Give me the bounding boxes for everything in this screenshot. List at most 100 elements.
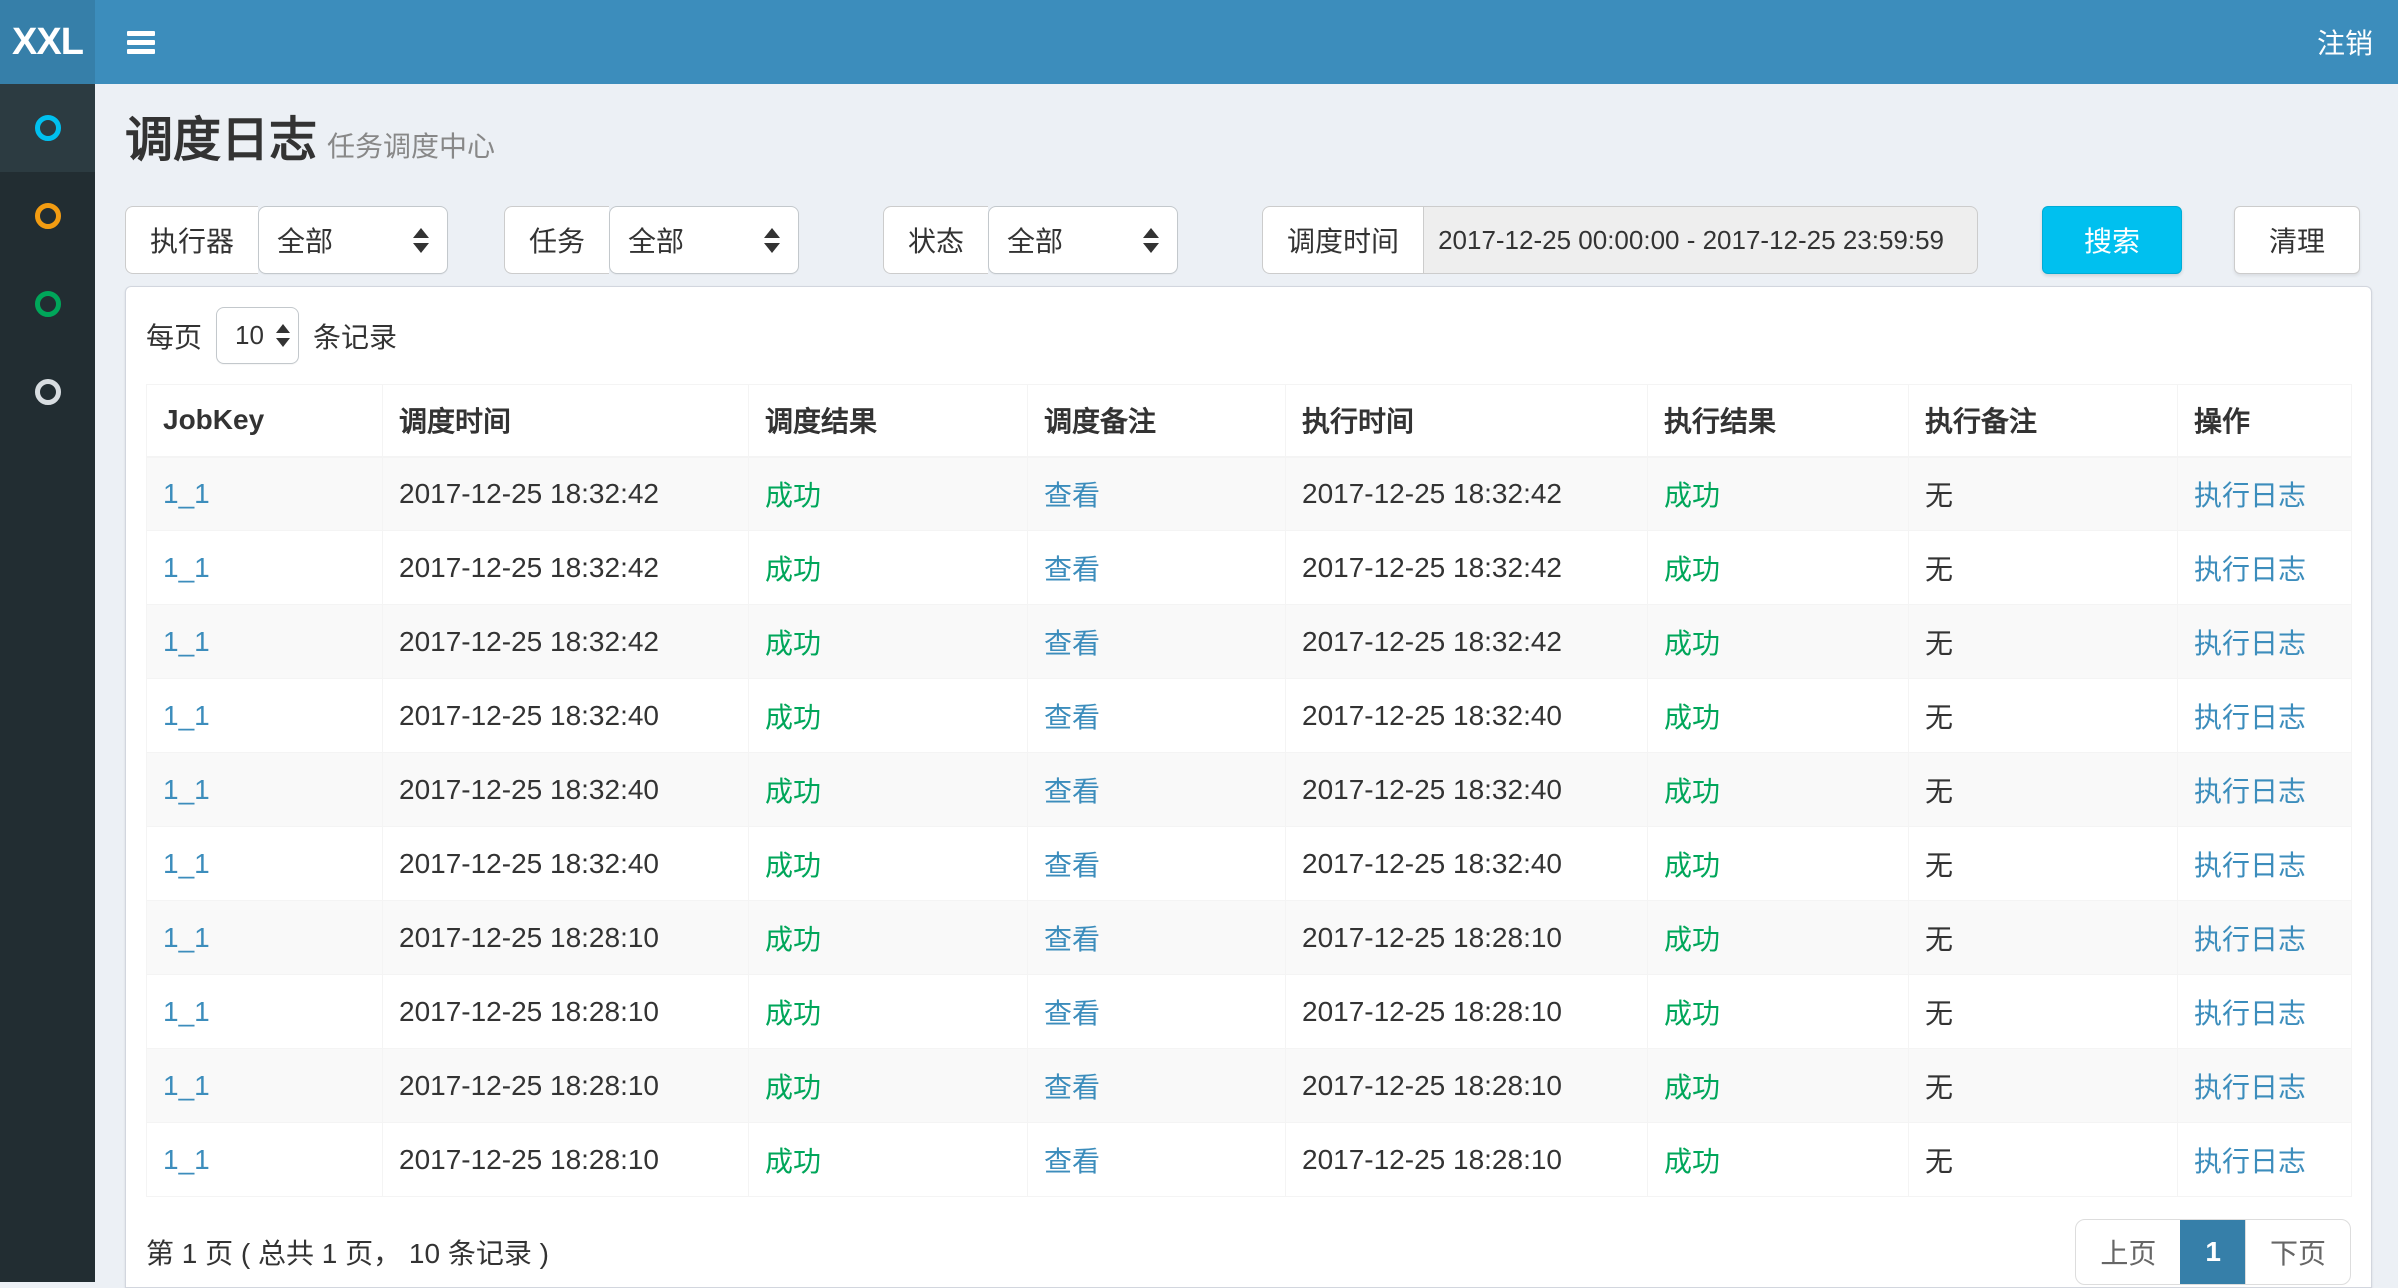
select-arrows-icon: [764, 228, 780, 253]
sidebar-item-3[interactable]: [0, 260, 95, 348]
execution-log-link[interactable]: 执行日志: [2194, 628, 2306, 659]
status-select-value: 全部: [1007, 220, 1131, 260]
view-trigger-msg-link[interactable]: 查看: [1044, 554, 1100, 585]
execution-log-link[interactable]: 执行日志: [2194, 850, 2306, 881]
job-key-link[interactable]: 1_1: [163, 626, 210, 657]
per-page-select[interactable]: 10: [216, 307, 299, 364]
execution-log-link[interactable]: 执行日志: [2194, 702, 2306, 733]
handle-time-cell: 2017-12-25 18:28:10: [1302, 1144, 1562, 1175]
execution-log-link[interactable]: 执行日志: [2194, 480, 2306, 511]
top-navbar: XXL 注销: [0, 0, 2398, 84]
view-trigger-msg-link[interactable]: 查看: [1044, 1072, 1100, 1103]
prev-page-button[interactable]: 上页: [2076, 1220, 2180, 1284]
table-row: 1_12017-12-25 18:32:40成功查看2017-12-25 18:…: [147, 827, 2352, 901]
select-arrows-icon: [276, 324, 290, 347]
execution-log-link[interactable]: 执行日志: [2194, 1072, 2306, 1103]
view-trigger-msg-link[interactable]: 查看: [1044, 628, 1100, 659]
handle-msg-cell: 无: [1925, 1146, 1953, 1177]
table-row: 1_12017-12-25 18:32:42成功查看2017-12-25 18:…: [147, 605, 2352, 679]
job-filter-label: 任务: [504, 206, 609, 274]
handle-msg-cell: 无: [1925, 924, 1953, 955]
execution-log-link[interactable]: 执行日志: [2194, 554, 2306, 585]
circle-icon: [35, 291, 61, 317]
table-row: 1_12017-12-25 18:28:10成功查看2017-12-25 18:…: [147, 975, 2352, 1049]
job-select-value: 全部: [628, 220, 752, 260]
column-header: 执行备注: [1909, 385, 2178, 457]
execution-log-link[interactable]: 执行日志: [2194, 1146, 2306, 1177]
job-key-link[interactable]: 1_1: [163, 774, 210, 805]
clear-button[interactable]: 清理: [2234, 206, 2360, 274]
table-header-row: JobKey调度时间调度结果调度备注执行时间执行结果执行备注操作: [147, 385, 2352, 457]
job-key-link[interactable]: 1_1: [163, 552, 210, 583]
job-key-link[interactable]: 1_1: [163, 922, 210, 953]
per-page-select-value: 10: [235, 320, 264, 351]
job-key-link[interactable]: 1_1: [163, 1144, 210, 1175]
trigger-time-filter: 调度时间: [1262, 206, 1978, 274]
view-trigger-msg-link[interactable]: 查看: [1044, 1146, 1100, 1177]
handle-time-cell: 2017-12-25 18:28:10: [1302, 922, 1562, 953]
trigger-result-cell: 成功: [765, 702, 821, 733]
execution-log-link[interactable]: 执行日志: [2194, 998, 2306, 1029]
view-trigger-msg-link[interactable]: 查看: [1044, 480, 1100, 511]
trigger-result-cell: 成功: [765, 554, 821, 585]
per-page-control: 每页 10 条记录: [146, 307, 2351, 364]
trigger-time-cell: 2017-12-25 18:28:10: [399, 1144, 659, 1175]
content-panel: 每页 10 条记录 JobKey调度时间调度结果调度备注执行时间执行结果执行备注…: [125, 286, 2372, 1288]
trigger-result-cell: 成功: [765, 628, 821, 659]
executor-select[interactable]: 全部: [258, 206, 448, 274]
view-trigger-msg-link[interactable]: 查看: [1044, 776, 1100, 807]
sidebar: [0, 84, 95, 1282]
pagination-summary: 第 1 页 ( 总共 1 页， 10 条记录 ): [146, 1232, 549, 1272]
job-key-link[interactable]: 1_1: [163, 996, 210, 1027]
app-logo[interactable]: XXL: [0, 0, 95, 84]
column-header: 执行结果: [1648, 385, 1909, 457]
job-key-link[interactable]: 1_1: [163, 848, 210, 879]
job-key-link[interactable]: 1_1: [163, 478, 210, 509]
execution-log-link[interactable]: 执行日志: [2194, 776, 2306, 807]
view-trigger-msg-link[interactable]: 查看: [1044, 850, 1100, 881]
sidebar-item-2[interactable]: [0, 172, 95, 260]
job-key-link[interactable]: 1_1: [163, 1070, 210, 1101]
logout-link[interactable]: 注销: [2317, 22, 2373, 62]
job-key-link[interactable]: 1_1: [163, 700, 210, 731]
sidebar-item-1[interactable]: [0, 84, 95, 172]
handle-result-cell: 成功: [1664, 998, 1720, 1029]
trigger-time-cell: 2017-12-25 18:28:10: [399, 996, 659, 1027]
view-trigger-msg-link[interactable]: 查看: [1044, 924, 1100, 955]
trigger-time-label: 调度时间: [1262, 206, 1423, 274]
view-trigger-msg-link[interactable]: 查看: [1044, 998, 1100, 1029]
executor-filter-label: 执行器: [125, 206, 258, 274]
hamburger-icon: [127, 31, 155, 54]
view-trigger-msg-link[interactable]: 查看: [1044, 702, 1100, 733]
page-subtitle: 任务调度中心: [327, 131, 495, 162]
trigger-result-cell: 成功: [765, 1072, 821, 1103]
next-page-button[interactable]: 下页: [2245, 1220, 2350, 1284]
execution-log-link[interactable]: 执行日志: [2194, 924, 2306, 955]
main-content: 调度日志任务调度中心 执行器 全部 任务 全部 状态 全部 调度时间: [95, 84, 2398, 1282]
circle-icon: [35, 115, 61, 141]
handle-msg-cell: 无: [1925, 702, 1953, 733]
sidebar-toggle-button[interactable]: [123, 25, 159, 60]
filter-toolbar: 执行器 全部 任务 全部 状态 全部 调度时间 搜索 清理: [125, 206, 2372, 274]
sidebar-item-4[interactable]: [0, 348, 95, 436]
status-filter: 状态 全部: [883, 206, 1178, 274]
table-row: 1_12017-12-25 18:28:10成功查看2017-12-25 18:…: [147, 901, 2352, 975]
trigger-result-cell: 成功: [765, 1146, 821, 1177]
navbar-main: 注销: [95, 0, 2398, 84]
job-select[interactable]: 全部: [609, 206, 799, 274]
column-header: 调度备注: [1028, 385, 1286, 457]
handle-result-cell: 成功: [1664, 628, 1720, 659]
handle-time-cell: 2017-12-25 18:32:40: [1302, 700, 1562, 731]
current-page-button[interactable]: 1: [2180, 1220, 2245, 1284]
handle-msg-cell: 无: [1925, 850, 1953, 881]
trigger-time-cell: 2017-12-25 18:32:40: [399, 848, 659, 879]
table-row: 1_12017-12-25 18:28:10成功查看2017-12-25 18:…: [147, 1049, 2352, 1123]
select-arrows-icon: [1143, 228, 1159, 253]
per-page-prefix: 每页: [146, 316, 202, 356]
trigger-time-input[interactable]: [1423, 206, 1978, 274]
trigger-time-cell: 2017-12-25 18:32:42: [399, 478, 659, 509]
app-logo-text: XXL: [12, 21, 83, 64]
search-button[interactable]: 搜索: [2042, 206, 2182, 274]
handle-result-cell: 成功: [1664, 554, 1720, 585]
status-select[interactable]: 全部: [988, 206, 1178, 274]
